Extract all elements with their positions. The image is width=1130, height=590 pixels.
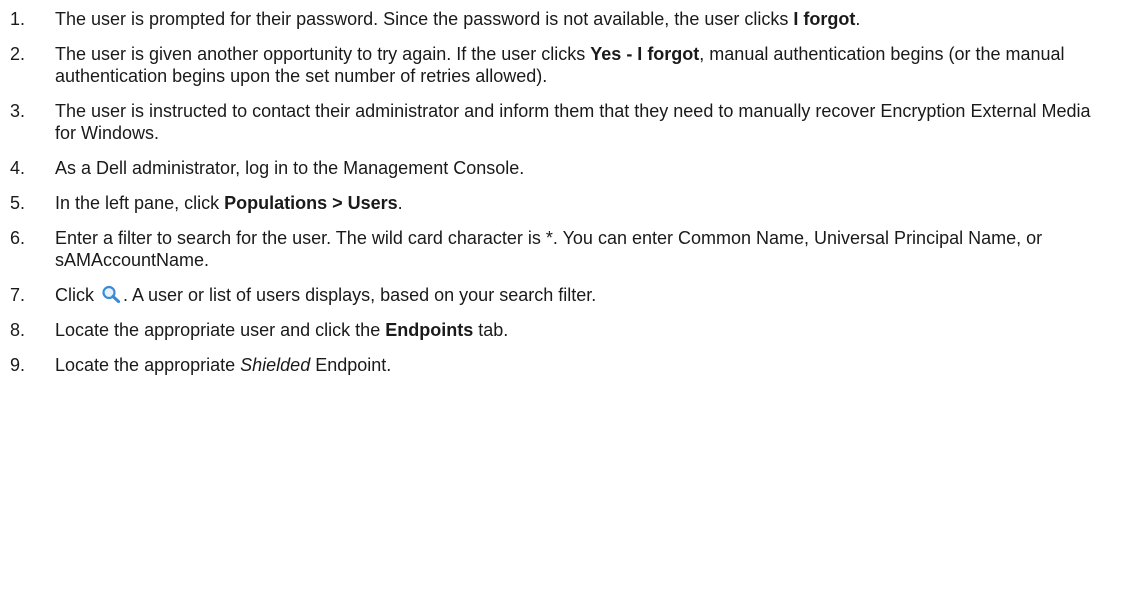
step-text-segment: The user is instructed to contact their … [55,101,1091,143]
ui-label-emphasis: I forgot [793,9,856,29]
step-text-segment: The user is prompted for their password.… [55,9,794,29]
step-text-segment: Locate the appropriate user and click th… [55,320,386,340]
ui-label-emphasis: Yes - I forgot [590,44,700,64]
step-text: The user is instructed to contact their … [55,100,1110,144]
step-number: 8. [10,320,26,340]
step-text: In the left pane, click Populations > Us… [55,192,1110,214]
list-item: 2. The user is given another opportunity … [10,43,1110,87]
step-text: Locate the appropriate Shielded Endpoint… [55,354,1110,376]
step-number: 9. [10,355,26,375]
step-number: 2. [10,44,26,64]
step-text: Click . A user or list of users displays… [55,284,1110,306]
list-item: 1. The user is prompted for their passwor… [10,8,1110,30]
ui-label-emphasis: Endpoints [385,320,474,340]
step-text-segment: tab. [473,320,509,340]
step-text: Enter a filter to search for the user. T… [55,227,1110,271]
step-text-segment: Enter a filter to search for the user. T… [55,228,1043,270]
list-item: 7. Click . A user or list of users displa… [10,284,1110,306]
step-text-segment: . [397,193,403,213]
instruction-list: 1. The user is prompted for their passwor… [0,0,1130,376]
step-text-segment: . [855,9,861,29]
step-text: As a Dell administrator, log in to the M… [55,157,1110,179]
step-text-segment: Click [55,285,99,305]
list-item: 5. In the left pane, click Populations > … [10,192,1110,214]
list-item: 6. Enter a filter to search for the user.… [10,227,1110,271]
list-item: 8. Locate the appropriate user and click … [10,319,1110,341]
step-number: 4. [10,158,26,178]
list-item: 4. As a Dell administrator, log in to the… [10,157,1110,179]
step-text: The user is prompted for their password.… [55,8,1110,30]
step-number: 1. [10,9,26,29]
step-number: 7. [10,285,26,305]
term-emphasis: Shielded [240,355,311,375]
list-item: 3. The user is instructed to contact thei… [10,100,1110,144]
ui-label-emphasis: Populations > Users [224,193,398,213]
step-text-segment: . A user or list of users displays, base… [123,285,597,305]
step-number: 5. [10,193,26,213]
step-text-segment: Endpoint. [310,355,392,375]
step-text-segment: As a Dell administrator, log in to the M… [55,158,525,178]
step-text-segment: The user is given another opportunity to… [55,44,591,64]
step-text-segment: In the left pane, click [55,193,225,213]
step-number: 6. [10,228,26,248]
step-text-segment: Locate the appropriate [55,355,241,375]
search-icon [102,285,121,303]
step-text: Locate the appropriate user and click th… [55,319,1110,341]
list-item: 9. Locate the appropriate Shielded Endpoi… [10,354,1110,376]
step-number: 3. [10,101,26,121]
step-text: The user is given another opportunity to… [55,43,1110,87]
